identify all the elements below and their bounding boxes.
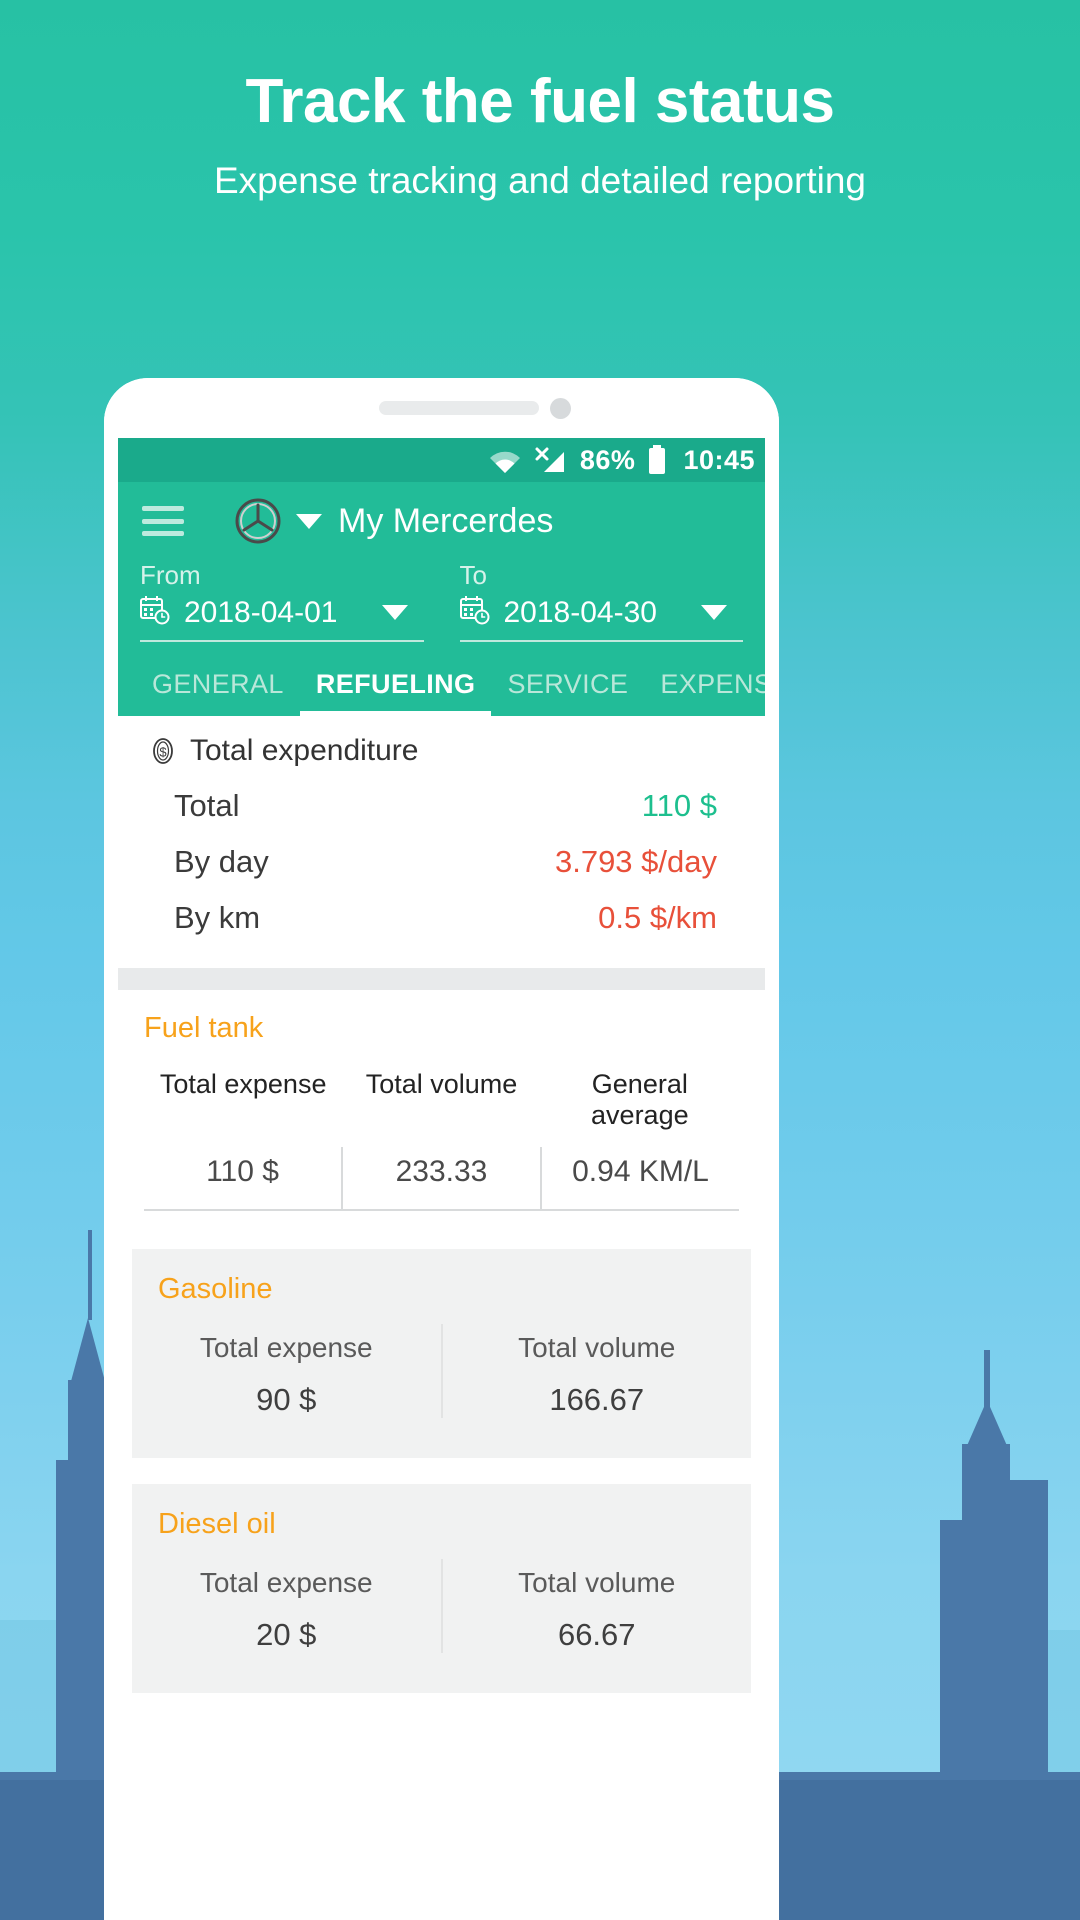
tab-content-refueling: $ Total expenditure Total 110 $ By day 3…: [118, 716, 765, 1693]
spacer: [118, 1223, 765, 1249]
phone-mockup: 86% 10:45 My Mercerdes From 2018-04-01 T…: [104, 378, 779, 1920]
section-divider: [118, 968, 765, 990]
fuel-tank-title: Fuel tank: [144, 1012, 264, 1044]
fuel-tank-stats-values: 110 $ 233.33 0.94 KM/L: [144, 1147, 739, 1211]
gasoline-card: Gasoline Total expense 90 $ Total volume…: [132, 1249, 751, 1458]
total-expenditure-card: $ Total expenditure Total 110 $ By day 3…: [118, 716, 765, 968]
phone-bezel-top: [104, 378, 779, 438]
diesel-card-body: Total expense 20 $ Total volume 66.67: [132, 1559, 751, 1693]
chevron-down-icon[interactable]: [701, 605, 727, 620]
date-from-control[interactable]: 2018-04-01: [140, 595, 424, 642]
fuel-tank-value-general-average: 0.94 KM/L: [572, 1155, 709, 1188]
expenditure-row-total: Total 110 $: [148, 778, 735, 834]
tab-general[interactable]: GENERAL: [136, 669, 300, 716]
date-range-row: From 2018-04-01 To 2018-04-30: [118, 560, 765, 642]
battery-icon: [647, 445, 667, 475]
diesel-total-volume-label: Total volume: [518, 1567, 676, 1598]
vehicle-name-label[interactable]: My Mercerdes: [338, 502, 553, 541]
fuel-tank-card: Fuel tank Total expense Total volume Gen…: [118, 990, 765, 1223]
date-to-field[interactable]: To 2018-04-30: [459, 560, 743, 642]
fuel-tank-value-total-expense: 110 $: [144, 1147, 343, 1209]
diesel-card-wrapper: Diesel oil Total expense 20 $ Total volu…: [118, 1484, 765, 1693]
mercedes-logo-icon: [234, 497, 282, 545]
diesel-total-volume-col: Total volume 66.67: [443, 1559, 752, 1653]
fuel-tank-stats-header: Total expense Total volume General avera…: [144, 1069, 739, 1147]
promo-title: Track the fuel status: [245, 67, 835, 136]
diesel-total-expense-col: Total expense 20 $: [132, 1559, 443, 1653]
total-expenditure-header: $ Total expenditure: [148, 734, 735, 768]
svg-text:$: $: [159, 745, 167, 760]
gasoline-total-expense-value: 90 $: [256, 1382, 317, 1417]
expenditure-key: By km: [174, 900, 261, 935]
tab-refueling[interactable]: REFUELING: [299, 669, 492, 716]
cellular-signal-off-icon: [534, 446, 566, 474]
gasoline-card-body: Total expense 90 $ Total volume 166.67: [132, 1324, 751, 1458]
diesel-total-expense-value: 20 $: [256, 1617, 317, 1652]
hamburger-menu-icon[interactable]: [142, 506, 184, 536]
calendar-clock-icon: [140, 595, 170, 630]
fuel-tank-header-general-average: General average: [591, 1069, 689, 1130]
expenditure-key: Total: [174, 788, 240, 823]
expenditure-value: 3.793 $/day: [554, 844, 717, 879]
gasoline-card-wrapper: Gasoline Total expense 90 $ Total volume…: [118, 1249, 765, 1458]
date-from-value: 2018-04-01: [184, 595, 338, 629]
expenditure-value: 110 $: [641, 788, 717, 823]
date-from-label: From: [140, 560, 201, 590]
expenditure-key: By day: [174, 844, 269, 879]
date-to-control[interactable]: 2018-04-30: [459, 595, 743, 642]
tab-expense[interactable]: EXPENSE: [644, 669, 765, 716]
gasoline-title: Gasoline: [158, 1273, 273, 1305]
chevron-down-icon[interactable]: [381, 605, 408, 620]
expenditure-value: 0.5 $/km: [598, 900, 717, 935]
gasoline-total-volume-value: 166.67: [549, 1382, 645, 1417]
tab-bar: GENERAL REFUELING SERVICE EXPENSE: [118, 642, 765, 716]
expenditure-row-by-day: By day 3.793 $/day: [148, 834, 735, 890]
fuel-tank-header-total-volume: Total volume: [365, 1069, 518, 1099]
app-bar: My Mercerdes From 2018-04-01 To 2018-04-…: [118, 482, 765, 716]
battery-percent-label: 86%: [579, 444, 636, 475]
expenditure-row-by-km: By km 0.5 $/km: [148, 890, 735, 946]
fuel-tank-header-total-expense: Total expense: [159, 1069, 327, 1099]
date-to-value: 2018-04-30: [503, 595, 657, 629]
total-expenditure-title: Total expenditure: [190, 734, 419, 767]
date-to-label: To: [459, 560, 487, 590]
diesel-total-volume-value: 66.67: [557, 1617, 636, 1652]
status-clock: 10:45: [683, 444, 755, 475]
gasoline-total-expense-label: Total expense: [199, 1332, 373, 1363]
wifi-icon: [488, 447, 522, 473]
diesel-card-header: Diesel oil: [132, 1484, 751, 1559]
tab-service[interactable]: SERVICE: [491, 669, 644, 716]
diesel-card: Diesel oil Total expense 20 $ Total volu…: [132, 1484, 751, 1693]
gasoline-total-volume-col: Total volume 166.67: [443, 1324, 752, 1418]
spacer: [118, 1458, 765, 1484]
fuel-tank-stats-table: Total expense Total volume General avera…: [144, 1069, 739, 1211]
gasoline-total-volume-label: Total volume: [518, 1332, 676, 1363]
diesel-title: Diesel oil: [158, 1508, 276, 1540]
diesel-total-expense-label: Total expense: [199, 1567, 373, 1598]
fuel-tank-value-total-volume: 233.33: [343, 1147, 542, 1209]
chevron-down-icon[interactable]: [296, 513, 322, 529]
gasoline-total-expense-col: Total expense 90 $: [132, 1324, 443, 1418]
phone-speaker-grille: [379, 401, 539, 415]
phone-screen: 86% 10:45 My Mercerdes From 2018-04-01 T…: [118, 438, 765, 1920]
status-bar: 86% 10:45: [118, 438, 765, 482]
promo-subtitle: Expense tracking and detailed reporting: [213, 160, 867, 201]
gasoline-card-header: Gasoline: [132, 1249, 751, 1324]
dollar-coin-icon: $: [148, 736, 178, 766]
phone-front-camera: [550, 398, 571, 419]
date-from-field[interactable]: From 2018-04-01: [140, 560, 424, 642]
app-bar-row: My Mercerdes: [118, 482, 765, 560]
calendar-clock-icon: [459, 595, 490, 630]
